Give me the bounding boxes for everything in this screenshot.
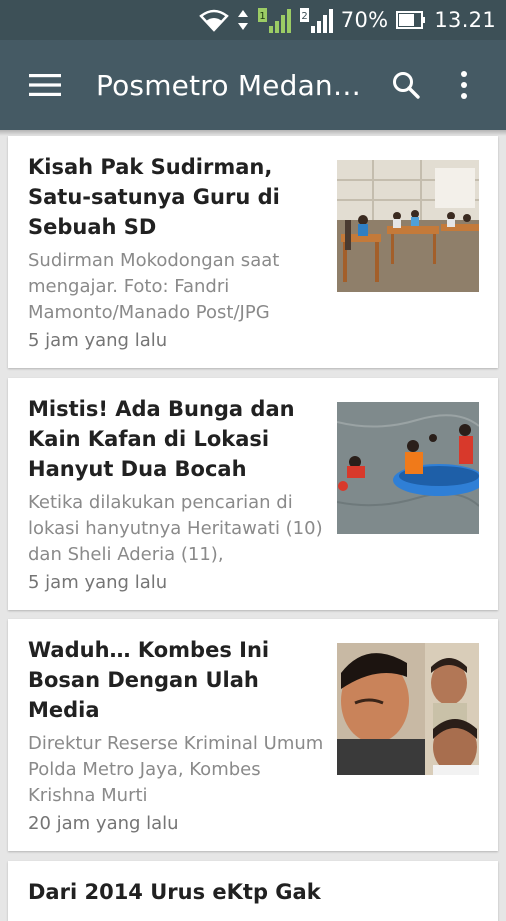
wifi-icon [199,8,229,32]
hamburger-menu-icon [29,74,61,96]
battery-icon [396,11,426,29]
article-card[interactable]: Mistis! Ada Bunga dan Kain Kafan di Loka… [8,378,498,610]
article-time: 5 jam yang lalu [28,330,168,351]
more-options-button[interactable] [436,40,492,130]
status-bar: 1 2 70% 13.21 [0,0,506,40]
app-title: Posmetro Medan… [96,68,362,102]
article-headline[interactable]: Mistis! Ada Bunga dan Kain Kafan di Loka… [28,394,326,484]
sim2-label: 2 [301,11,307,22]
article-text: Kisah Pak Sudirman, Satu-satunya Guru di… [28,152,326,326]
more-vert-icon [461,71,467,99]
svg-text:1: 1 [259,11,265,22]
search-icon [393,72,420,99]
classroom-photo[interactable] [337,160,479,292]
article-time: 20 jam yang lalu [28,813,179,834]
article-card[interactable]: Kisah Pak Sudirman, Satu-satunya Guru di… [8,136,498,368]
article-headline[interactable]: Waduh… Kombes Ini Bosan Dengan Ulah Medi… [28,635,326,725]
article-card[interactable]: Dari 2014 Urus eKtp Gak [8,861,498,921]
article-headline[interactable]: Kisah Pak Sudirman, Satu-satunya Guru di… [28,152,326,242]
article-text: Waduh… Kombes Ini Bosan Dengan Ulah Medi… [28,635,326,809]
article-summary: Sudirman Mokodongan saat mengajar. Foto:… [28,250,280,323]
article-time: 5 jam yang lalu [28,572,168,593]
article-headline[interactable]: Dari 2014 Urus eKtp Gak [28,877,326,907]
signal-sim2-icon: 2 [299,6,333,34]
article-summary: Direktur Reserse Kriminal Umum Polda Met… [28,733,324,806]
menu-button[interactable] [0,40,90,130]
river-rescue-photo[interactable] [337,402,479,534]
police-officer-photo[interactable] [337,643,479,775]
text-screenshot-photo[interactable] [337,885,479,905]
article-summary: Ketika dilakukan pencarian di lokasi han… [28,492,323,565]
search-button[interactable] [376,40,436,130]
article-text: Dari 2014 Urus eKtp Gak [28,877,326,907]
data-arrows-icon [237,8,249,32]
battery-percent: 70% [340,8,389,32]
signal-sim1-icon: 1 [257,6,291,34]
article-text: Mistis! Ada Bunga dan Kain Kafan di Loka… [28,394,326,568]
article-card[interactable]: Waduh… Kombes Ini Bosan Dengan Ulah Medi… [8,619,498,851]
clock: 13.21 [434,8,496,32]
app-bar: Posmetro Medan… [0,40,506,130]
